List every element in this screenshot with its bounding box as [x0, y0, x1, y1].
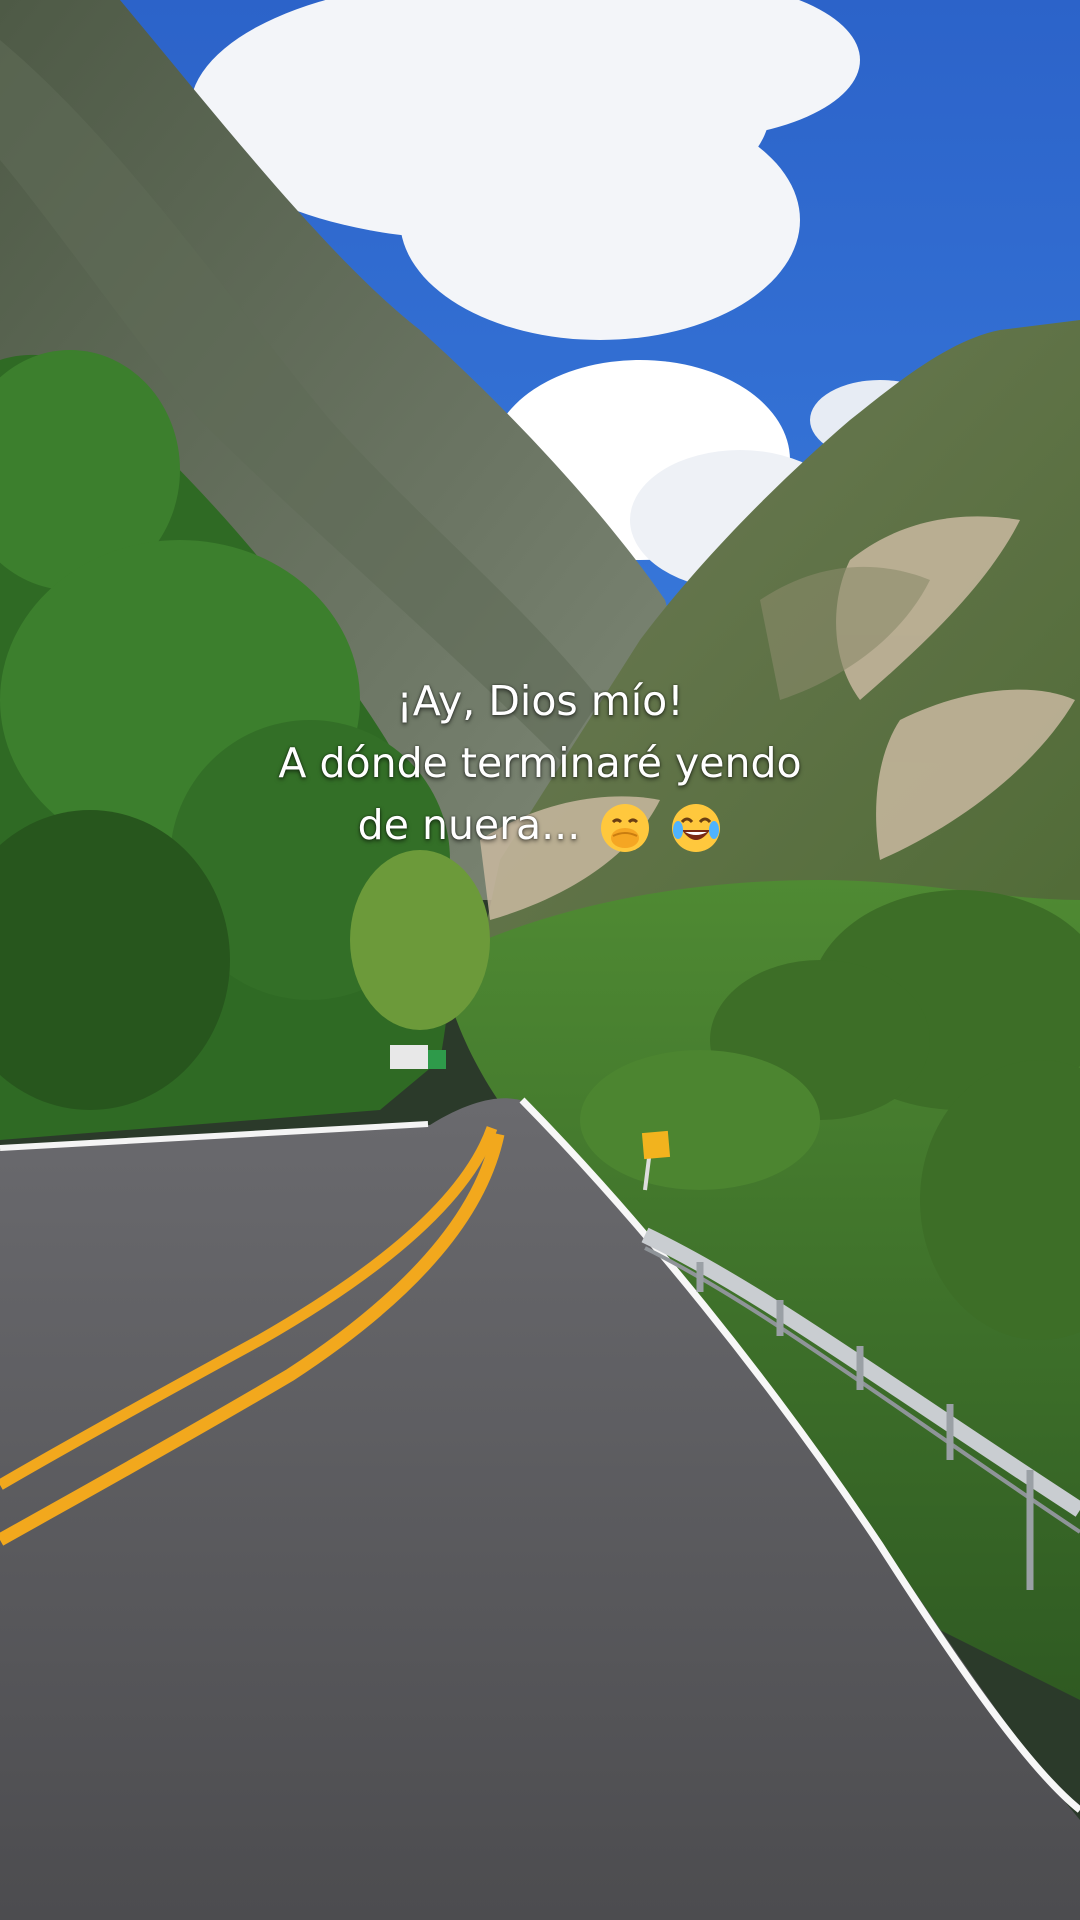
caption-line-3: de nuera...: [240, 794, 840, 856]
caption-line-2: A dónde terminaré yendo: [278, 739, 802, 787]
caption-line-3-text: de nuera...: [357, 801, 581, 849]
caption-overlay: ¡Ay, Dios mío! A dónde terminaré yendo d…: [240, 670, 840, 856]
road-scene-photo: [0, 0, 1080, 1920]
face-with-hand-over-mouth-icon: [599, 802, 651, 854]
caption-line-1: ¡Ay, Dios mío!: [396, 677, 684, 725]
face-with-tears-of-joy-icon: [670, 802, 722, 854]
